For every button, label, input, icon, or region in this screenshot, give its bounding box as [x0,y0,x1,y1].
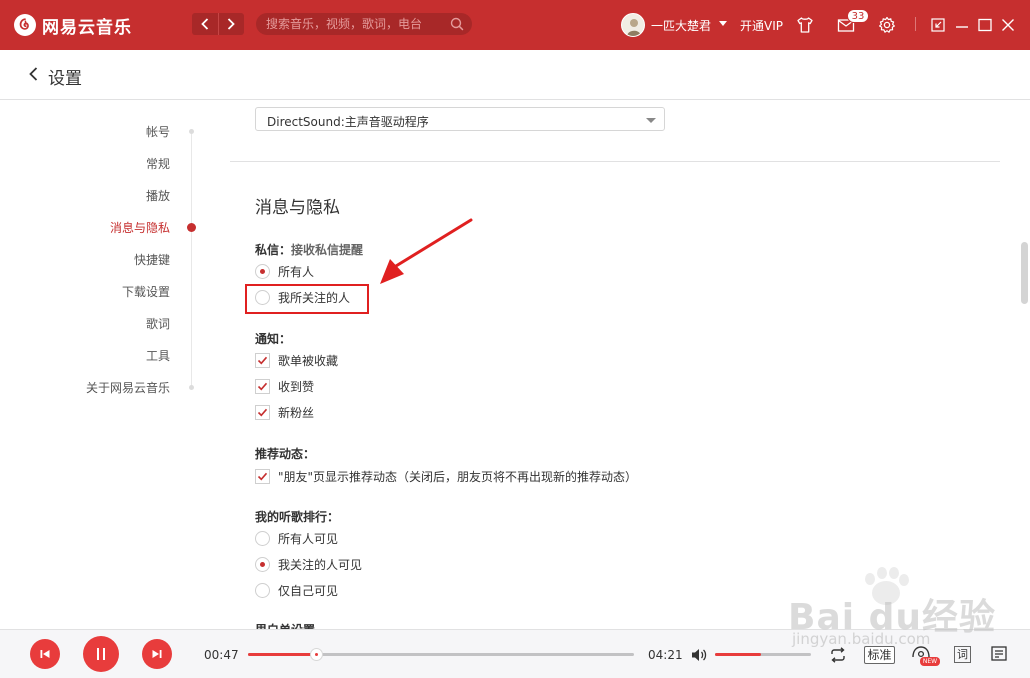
watermark-url: jingyan.baidu.com [792,630,931,648]
settings-header: 设置 [0,50,1030,100]
next-icon [152,650,162,658]
lyrics-button[interactable]: 词 [954,646,971,663]
search-box [256,13,472,35]
sidebar-item-privacy[interactable]: 消息与隐私 [110,219,170,236]
volume-slider[interactable] [715,653,811,656]
app-logo[interactable]: 网易云音乐 [14,12,132,38]
avatar[interactable] [621,13,645,37]
page-title: 设置 [48,69,82,89]
netease-logo-icon [14,14,36,36]
settings-nav: 帐号 常规 播放 消息与隐私 快捷键 下载设置 歌词 工具 关于网易云音乐 [0,101,200,629]
title-bar: 网易云音乐 一匹大楚君 开通VIP 33 [0,0,1030,50]
progress-bar[interactable] [248,648,634,661]
progress-knob[interactable] [310,648,324,661]
nav-dot [189,129,194,134]
history-nav [192,13,244,35]
username[interactable]: 一匹大楚君 [651,17,711,34]
scrollbar-thumb[interactable] [1021,242,1028,304]
back-button[interactable] [192,13,218,35]
arrow-left-icon [200,18,208,30]
chevron-left-icon[interactable] [26,66,42,82]
mail-badge: 33 [847,9,869,23]
scrollbar-track[interactable] [1018,101,1030,629]
pause-button[interactable] [83,636,119,672]
search-icon[interactable] [450,17,464,31]
tshirt-icon[interactable] [795,15,815,35]
vip-link[interactable]: 开通VIP [740,17,783,34]
sidebar-item-about[interactable]: 关于网易云音乐 [86,379,170,396]
nav-timeline [191,131,192,389]
mini-mode-icon[interactable] [928,15,948,35]
annotation-arrow-icon [380,218,473,284]
window-divider [915,17,916,31]
quality-button[interactable]: 标准 [864,646,895,664]
app-name: 网易云音乐 [42,17,132,38]
sidebar-item-general[interactable]: 常规 [146,155,170,172]
volume-icon[interactable] [690,646,708,664]
settings-content: DirectSound:主声音驱动程序 消息与隐私 私信：接收私信提醒 所有人 … [200,101,1018,629]
forward-button[interactable] [217,13,245,35]
next-button[interactable] [142,639,172,669]
new-badge: NEW [920,657,940,666]
loop-icon[interactable] [828,645,848,665]
nav-dot-active [187,223,196,232]
sidebar-item-shortcuts[interactable]: 快捷键 [134,251,170,268]
playlist-icon[interactable] [989,644,1009,664]
progress-fill [248,653,318,656]
pause-icon [97,648,105,660]
total-time: 04:21 [648,648,683,662]
nav-dot [189,385,194,390]
search-input[interactable] [266,13,446,35]
caret-down-icon[interactable] [719,21,727,26]
close-icon[interactable] [998,15,1018,35]
sidebar-item-download[interactable]: 下载设置 [122,283,170,300]
previous-icon [40,650,50,658]
sidebar-item-tools[interactable]: 工具 [146,347,170,364]
volume-fill [715,653,762,656]
sidebar-item-playback[interactable]: 播放 [146,187,170,204]
sidebar-item-account[interactable]: 帐号 [146,123,170,140]
minimize-icon[interactable] [952,15,972,35]
arrow-right-icon [228,18,236,30]
current-time: 00:47 [204,648,239,662]
gear-icon[interactable] [877,15,897,35]
sidebar-item-lyrics[interactable]: 歌词 [146,315,170,332]
maximize-icon[interactable] [975,15,995,35]
previous-button[interactable] [30,639,60,669]
